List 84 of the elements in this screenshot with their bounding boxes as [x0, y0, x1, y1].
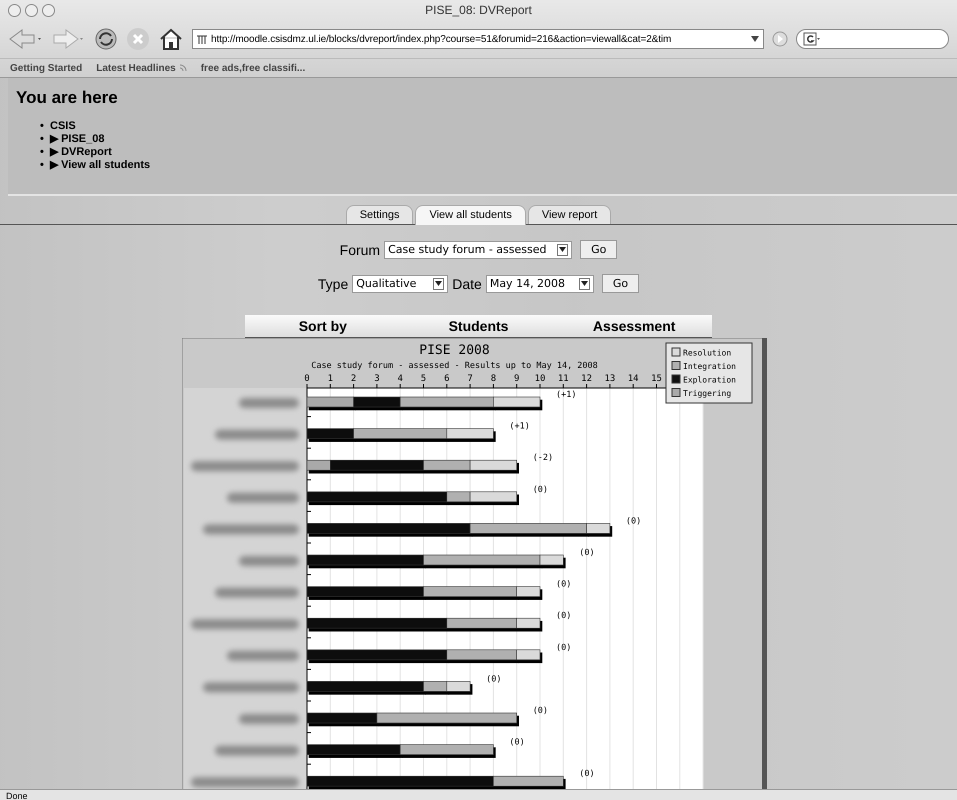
breadcrumb-link[interactable]: CSIS: [50, 120, 76, 132]
arrow-marker: ▶: [50, 159, 58, 171]
field-label: Type: [318, 276, 348, 292]
tab[interactable]: View all students: [415, 205, 526, 225]
legend-label: Resolution: [683, 348, 732, 358]
bookmark-link[interactable]: Getting Started: [10, 62, 82, 74]
bullet-marker: •: [40, 120, 45, 133]
tick-label: 5: [420, 374, 426, 384]
bullet-marker: •: [40, 146, 45, 159]
value-label: (0): [626, 516, 642, 526]
value-label: (0): [532, 484, 548, 495]
blurred-label: [239, 556, 299, 566]
value-label: (0): [579, 548, 595, 558]
field-label: Forum: [340, 242, 380, 258]
column-header[interactable]: Sort by: [245, 318, 401, 334]
bar-segment: [446, 681, 470, 692]
chart-subtitle: Case study forum - assessed - Results up to May 14, 2008: [311, 361, 598, 371]
reload-icon[interactable]: [94, 27, 118, 51]
zoom-window-button[interactable]: [42, 4, 55, 17]
legend-label: Triggering: [683, 389, 732, 398]
tick-label: 6: [444, 374, 450, 384]
tab[interactable]: Settings: [346, 205, 414, 224]
tab[interactable]: View report: [528, 205, 612, 224]
search-field[interactable]: [796, 29, 949, 49]
bullet-marker: •: [40, 133, 45, 146]
value-label: (-2): [532, 453, 554, 464]
window-title: PISE_08: DVReport: [425, 3, 532, 17]
home-icon[interactable]: [158, 27, 184, 51]
blurred-label: [239, 398, 299, 408]
bar-segment: [470, 460, 517, 470]
tick-label: 11: [558, 374, 569, 384]
tick-label: 2: [350, 374, 356, 384]
tick-label: 7: [467, 374, 473, 384]
dropdown-icon[interactable]: [750, 34, 760, 44]
tick-label: 3: [374, 374, 380, 384]
value-label: (0): [509, 738, 525, 748]
tick-label: 14: [628, 374, 639, 384]
bookmark-link[interactable]: Latest Headlines: [96, 62, 176, 74]
tick-label: 10: [534, 374, 546, 384]
search-engine-icon: [803, 32, 821, 46]
dropdown-field[interactable]: Case study forum - assessed: [384, 240, 572, 258]
arrow-marker: ▶: [50, 133, 58, 145]
tick-label: 13: [604, 374, 616, 384]
tick-label: 8: [490, 374, 496, 384]
tick-label: 4: [398, 374, 403, 384]
arrow-marker: ▶: [50, 146, 58, 158]
legend-label: Exploration: [683, 376, 736, 384]
bar-segment: [306, 396, 354, 408]
breadcrumb-heading: You are here: [16, 88, 119, 108]
legend-label: Integration: [683, 362, 736, 371]
value-label: (0): [556, 611, 572, 622]
column-header[interactable]: Students: [400, 318, 556, 334]
site-icon: [196, 33, 208, 45]
breadcrumb-link[interactable]: View all students: [61, 159, 150, 171]
breadcrumb-link[interactable]: DVReport: [61, 146, 112, 158]
value-label: (0): [532, 706, 548, 716]
value-label: (0): [556, 642, 572, 653]
column-header[interactable]: Assessment: [556, 318, 712, 334]
value-label: (0): [579, 769, 595, 780]
value-label: (0): [486, 674, 502, 684]
close-window-button[interactable]: [8, 4, 21, 17]
blurred-label: [239, 714, 299, 724]
go-button[interactable]: Go: [580, 240, 618, 259]
dropdown-field[interactable]: Qualitative: [352, 274, 448, 292]
dropdown-field[interactable]: May 14, 2008: [486, 274, 594, 292]
bookmark-link[interactable]: free ads,free classifi...: [200, 62, 306, 74]
go-button[interactable]: Go: [602, 274, 640, 293]
minimize-window-button[interactable]: [25, 4, 38, 17]
tick-label: 0: [304, 374, 310, 384]
field-label: Date: [452, 276, 482, 292]
bullet-marker: •: [40, 159, 45, 172]
tick-label: 1: [328, 374, 333, 384]
tick-label: 12: [581, 374, 592, 384]
go-icon[interactable]: [772, 31, 788, 47]
chart-title: PISE 2008: [419, 343, 490, 358]
tick-label: 9: [514, 374, 520, 384]
value-label: (+1): [556, 390, 576, 400]
value-label: (0): [556, 580, 572, 590]
value-label: (+1): [509, 422, 530, 432]
status-text: Done: [6, 791, 28, 800]
address-field[interactable]: http://moodle.csisdmz.ul.ie/blocks/dvreport/index.php?course=51&forumid=216&action=viewall&cat=2&tim: [192, 29, 764, 49]
tick-label: 15: [651, 374, 662, 384]
breadcrumb-link[interactable]: PISE_08: [61, 133, 104, 145]
back-icon[interactable]: [8, 28, 44, 50]
